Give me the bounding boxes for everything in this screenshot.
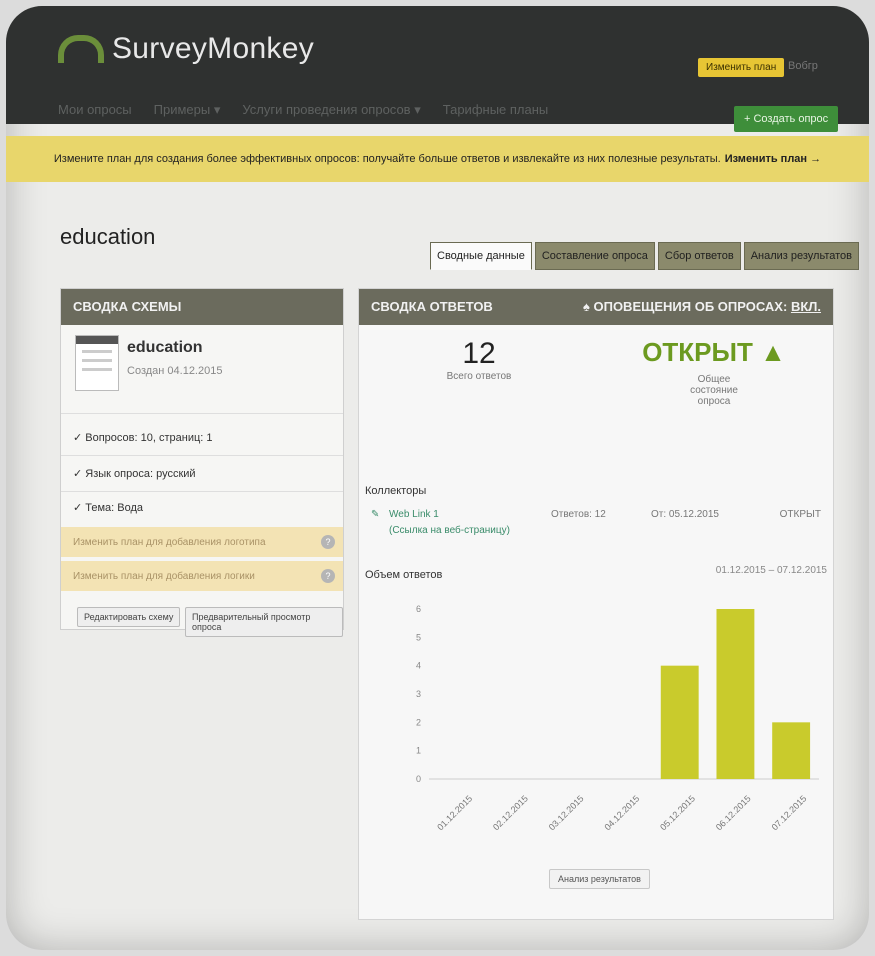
upgrade-logo-text: Изменить план для добавления логотипа xyxy=(73,536,266,548)
check-language: ✓ Язык опроса: русский xyxy=(73,468,196,480)
y-tick-label: 4 xyxy=(416,661,421,671)
check-theme: ✓ Тема: Вода xyxy=(73,502,144,514)
alerts-toggle[interactable]: ВКЛ. xyxy=(791,299,821,314)
y-tick-label: 5 xyxy=(416,632,421,642)
divider xyxy=(61,455,343,456)
user-menu[interactable]: Вобгр xyxy=(788,60,818,72)
schema-summary-header: СВОДКА СХЕМЫ xyxy=(61,289,343,325)
collector-weblink[interactable]: Web Link 1 xyxy=(389,509,439,520)
tab-analyze[interactable]: Анализ результатов xyxy=(743,242,860,270)
bar[interactable] xyxy=(660,665,699,779)
top-header: SurveyMonkey Изменить план Вобгр Мои опр… xyxy=(6,6,869,132)
collector-status: ОТКРЫТ xyxy=(779,509,821,520)
page-title: education xyxy=(60,224,156,249)
y-tick-label: 0 xyxy=(416,774,421,784)
banner-text: Измените план для создания более эффекти… xyxy=(53,153,721,165)
schema-created-date: Создан 04.12.2015 xyxy=(127,365,223,377)
volume-title: Объем ответов xyxy=(365,569,443,581)
alerts-label: ♠ ОПОВЕЩЕНИЯ ОБ ОПРОСАХ: xyxy=(582,299,788,314)
create-survey-button[interactable]: + Создать опрос xyxy=(734,106,839,132)
bell-icon: ▲ xyxy=(760,337,786,367)
survey-status-value: ОТКРЫТ ▲ xyxy=(642,337,786,367)
upgrade-logic-notice[interactable]: Изменить план для добавления логики ? xyxy=(61,561,343,591)
survey-alerts[interactable]: ♠ ОПОВЕЩЕНИЯ ОБ ОПРОСАХ: ВКЛ. xyxy=(583,299,821,315)
link-icon: ✎ xyxy=(371,509,380,520)
collector-responses: Ответов: 12 xyxy=(551,509,606,520)
x-tick-label: 05.12.2015 xyxy=(658,793,697,832)
survey-status-box: ОТКРЫТ ▲ Общее состояние опроса xyxy=(609,337,819,437)
analyze-results-button[interactable]: Анализ результатов xyxy=(549,869,650,889)
collector-from: От: 05.12.2015 xyxy=(651,509,719,520)
help-icon[interactable]: ? xyxy=(321,569,335,583)
total-responses-value: 12 xyxy=(462,337,496,370)
logo-text: SurveyMonkey xyxy=(112,32,315,65)
banner-upgrade-link[interactable]: Изменить план → xyxy=(725,153,821,165)
schema-summary-panel: СВОДКА СХЕМЫ education Создан 04.12.2015… xyxy=(60,288,344,637)
upgrade-banner: Измените план для создания более эффекти… xyxy=(6,136,869,182)
preview-survey-button[interactable]: Предварительный просмотр опроса xyxy=(185,607,343,637)
response-volume-chart: 0 1 2 3 4 5 6 01.12.2015 02.12.2015 03.12.2015 04.… xyxy=(416,604,819,832)
tab-design[interactable]: Составление опроса xyxy=(534,242,655,270)
screen-frame: SurveyMonkey Изменить план Вобгр Мои опр… xyxy=(6,6,869,950)
x-tick-label: 01.12.2015 xyxy=(435,793,474,832)
response-summary-header: СВОДКА ОТВЕТОВ ♠ ОПОВЕЩЕНИЯ ОБ ОПРОСАХ: … xyxy=(359,289,833,325)
tab-summary[interactable]: Сводные данные xyxy=(430,242,532,270)
survey-tabs: Сводные данные Составление опроса Сбор о… xyxy=(430,242,860,270)
y-tick-label: 2 xyxy=(416,717,421,727)
collectors-title: Коллекторы xyxy=(365,485,427,497)
x-tick-label: 02.12.2015 xyxy=(491,793,530,832)
tab-collect[interactable]: Сбор ответов xyxy=(657,242,741,270)
x-tick-label: 03.12.2015 xyxy=(547,793,586,832)
bar[interactable] xyxy=(772,722,811,779)
volume-date-range: 01.12.2015 – 07.12.2015 xyxy=(715,565,827,576)
schema-title: education xyxy=(127,339,203,356)
y-tick-label: 3 xyxy=(416,689,421,699)
y-tick-label: 1 xyxy=(416,746,421,756)
logo[interactable]: SurveyMonkey xyxy=(58,32,314,66)
monkey-logo-icon xyxy=(58,35,104,63)
divider xyxy=(61,413,343,414)
nav-services[interactable]: Услуги проведения опросов ▾ xyxy=(242,102,420,118)
nav-examples[interactable]: Примеры ▾ xyxy=(154,102,221,118)
total-responses-label: Всего ответов xyxy=(446,371,512,382)
upgrade-logic-text: Изменить план для добавления логики xyxy=(73,570,255,582)
survey-status-label: Общее состояние опроса xyxy=(690,374,738,407)
x-tick-label: 06.12.2015 xyxy=(714,793,753,832)
main-nav: Мои опросы Примеры ▾ Услуги проведения о… xyxy=(58,102,548,118)
help-icon[interactable]: ? xyxy=(321,535,335,549)
response-summary-title: СВОДКА ОТВЕТОВ xyxy=(371,299,493,314)
x-tick-label: 04.12.2015 xyxy=(602,793,641,832)
nav-my-surveys[interactable]: Мои опросы xyxy=(58,102,132,118)
edit-schema-button[interactable]: Редактировать схему xyxy=(77,607,181,627)
upgrade-logo-notice[interactable]: Изменить план для добавления логотипа ? xyxy=(61,527,343,557)
collector-type: (Ссылка на веб-страницу) xyxy=(389,525,510,536)
y-tick-label: 6 xyxy=(416,604,421,614)
divider xyxy=(61,491,343,492)
nav-pricing[interactable]: Тарифные планы xyxy=(443,102,549,118)
response-summary-panel: СВОДКА ОТВЕТОВ ♠ ОПОВЕЩЕНИЯ ОБ ОПРОСАХ: … xyxy=(358,288,834,920)
upgrade-button[interactable]: Изменить план xyxy=(698,58,785,77)
survey-thumbnail-icon xyxy=(75,335,119,391)
total-responses-box: 12 Всего ответов xyxy=(379,337,579,437)
x-tick-label: 07.12.2015 xyxy=(770,793,809,832)
bar[interactable] xyxy=(716,609,755,779)
check-questions: ✓ Вопросов: 10, страниц: 1 xyxy=(73,432,213,444)
